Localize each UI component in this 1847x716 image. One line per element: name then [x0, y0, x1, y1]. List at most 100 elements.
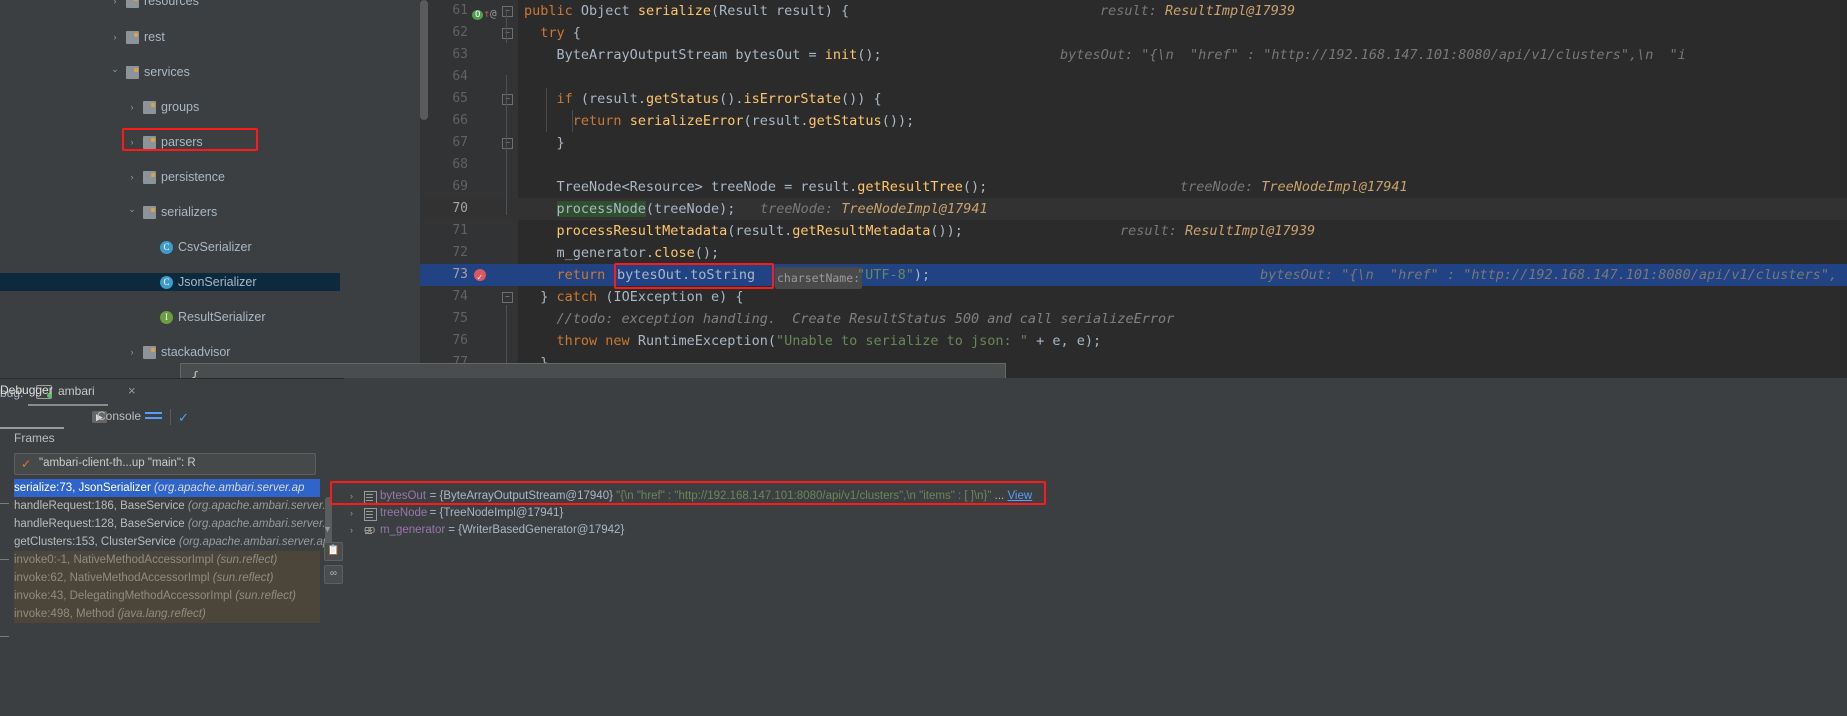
code-text: if (result.getStatus().isErrorState()) { — [556, 91, 882, 107]
chevron-right-icon[interactable]: › — [350, 522, 353, 539]
panel-resize-handle-3[interactable] — [0, 636, 9, 637]
code-line-62[interactable]: 62 − try { — [420, 22, 1847, 44]
code-text: return serializeError(result.getStatus()… — [572, 113, 915, 129]
inline-hint-value: ResultImpl@17939 — [1185, 223, 1316, 239]
tree-item-persistence[interactable]: › persistence — [0, 168, 340, 186]
tree-item-parsers[interactable]: › parsers — [0, 133, 340, 151]
inline-debug-hint: treeNode: TreeNodeImpl@17941 — [760, 198, 988, 220]
frames-scroll-down-arrow[interactable]: ▼ — [323, 524, 332, 534]
close-icon[interactable]: × — [128, 383, 136, 398]
debug-session-tab-label: ambari — [58, 384, 95, 398]
code-line-72[interactable]: 72 m_generator.close(); — [420, 242, 1847, 264]
inline-debug-hint: result: ResultImpl@17939 — [1120, 220, 1315, 242]
watch-toggle-button[interactable]: ∞ — [324, 565, 343, 584]
tree-item-services[interactable]: ⌄ services — [0, 63, 340, 81]
code-text: m_generator.close(); — [556, 245, 720, 261]
frame-row[interactable]: invoke:498, Method (java.lang.reflect) — [14, 605, 320, 623]
copy-value-button[interactable]: 📋 — [324, 542, 343, 561]
code-line-65[interactable]: 65 − if (result.getStatus().isErrorState(… — [420, 88, 1847, 110]
frame-row[interactable]: handleRequest:186, BaseService (org.apac… — [14, 497, 332, 515]
code-editor[interactable]: 61 O ↑@ − public Object serialize(Result res… — [420, 0, 1847, 378]
indent-guide — [546, 88, 547, 132]
code-line-70[interactable]: 70 processNode(treeNode); treeNode: TreeN… — [420, 198, 1847, 220]
variable-row[interactable]: › treeNode = {TreeNodeImpl@17941} — [344, 505, 1844, 522]
folder-icon — [143, 346, 156, 359]
tree-item-label: serializers — [161, 205, 218, 219]
frame-row[interactable]: invoke0:-1, NativeMethodAccessorImpl (su… — [14, 551, 320, 569]
variable-string-value: "{\n "href" : "http://192.168.147.101:80… — [612, 490, 992, 502]
code-line-61[interactable]: 61 O ↑@ − public Object serialize(Result res… — [420, 0, 1847, 22]
tree-item-resultserializer[interactable]: I ResultSerializer — [0, 308, 340, 326]
tree-item-label: parsers — [161, 135, 203, 149]
code-fold-icon[interactable]: − — [502, 94, 513, 105]
chevron-right-icon[interactable]: › — [127, 343, 137, 361]
tree-item-csvserializer[interactable]: C CsvSerializer — [0, 238, 340, 256]
tree-item-jsonserializer[interactable]: C JsonSerializer — [0, 273, 340, 291]
tab-debugger[interactable]: Debugger — [0, 379, 53, 401]
inline-debug-hint: treeNode: TreeNodeImpl@17941 — [1180, 176, 1408, 198]
code-line-73[interactable]: 73 return bytesOut.toStringcharsetName:"… — [420, 264, 1847, 289]
chevron-right-icon[interactable]: › — [110, 28, 120, 46]
chevron-right-icon[interactable]: › — [127, 98, 137, 116]
tree-item-rest[interactable]: › rest — [0, 28, 340, 46]
code-text: processNode(treeNode); — [556, 201, 736, 217]
tree-item-resources[interactable]: › resources — [0, 0, 340, 10]
chevron-right-icon[interactable]: › — [110, 0, 120, 10]
tree-item-stackadvisor[interactable]: › stackadvisor — [0, 343, 340, 361]
boxed-expression[interactable]: bytesOut.toString — [617, 264, 755, 286]
line-number: 62 — [452, 25, 468, 40]
folder-icon — [126, 66, 139, 79]
code-fold-icon[interactable]: − — [502, 138, 513, 149]
code-line-75[interactable]: 75 //todo: exception handling. Create Re… — [420, 308, 1847, 330]
chevron-down-icon[interactable]: ⌄ — [110, 60, 120, 78]
code-line-64[interactable]: 64 — [420, 66, 1847, 88]
code-line-69[interactable]: 69 TreeNode<Resource> treeNode = result.… — [420, 176, 1847, 198]
project-tree[interactable]: › resources › rest ⌄ services › groups › parsers ›… — [0, 0, 340, 378]
code-line-63[interactable]: 63 ByteArrayOutputStream bytesOut = init… — [420, 44, 1847, 66]
frame-row[interactable]: invoke:43, DelegatingMethodAccessorImpl … — [14, 587, 320, 605]
code-line-71[interactable]: 71 processResultMetadata(result.getResul… — [420, 220, 1847, 242]
frame-package: (org.apache.ambari.server.ap — [178, 536, 330, 548]
frame-package: (org.apache.ambari.server.a — [187, 518, 332, 530]
tree-item-groups[interactable]: › groups — [0, 98, 340, 116]
code-fold-icon[interactable]: − — [502, 292, 513, 303]
panel-resize-handle-2[interactable] — [0, 559, 9, 560]
variable-row[interactable]: › bytesOut = {ByteArrayOutputStream@17940… — [344, 488, 1844, 505]
code-line-66[interactable]: 66 return serializeError(result.getStatu… — [420, 110, 1847, 132]
code-text: processResultMetadata(result.getResultMe… — [556, 223, 963, 239]
code-line-68[interactable]: 68 — [420, 154, 1847, 176]
panel-resize-handle-1[interactable] — [0, 503, 9, 504]
frame-row[interactable]: getClusters:153, ClusterService (org.apa… — [14, 533, 329, 551]
code-line-76[interactable]: 76 throw new RuntimeException("Unable to… — [420, 330, 1847, 352]
view-value-link[interactable]: View — [1007, 490, 1032, 502]
field-icon — [364, 491, 377, 504]
layout-settings-icon[interactable] — [145, 412, 162, 423]
breakpoint-icon[interactable] — [474, 267, 486, 289]
variable-row[interactable]: › oo m_generator = {WriterBasedGenerator@1… — [344, 522, 1844, 539]
tab-console[interactable]: Console — [97, 405, 141, 427]
code-fold-icon[interactable]: − — [502, 6, 513, 17]
inline-hint-value: ResultImpl@17939 — [1165, 3, 1296, 19]
frame-row[interactable]: invoke:62, NativeMethodAccessorImpl (sun… — [14, 569, 320, 587]
chevron-right-icon[interactable]: › — [350, 488, 353, 505]
inline-hint-label: bytesOut: — [1260, 267, 1342, 283]
chevron-right-icon[interactable]: › — [350, 505, 353, 522]
code-line-74[interactable]: 74 − } catch (IOException e) { — [420, 286, 1847, 308]
variables-pane[interactable]: › bytesOut = {ByteArrayOutputStream@17940… — [344, 378, 1847, 715]
code-line-67[interactable]: 67 − } — [420, 132, 1847, 154]
mute-breakpoints-icon[interactable]: ✓ — [178, 410, 189, 426]
thread-selector[interactable]: ✓ "ambari-client-th...up "main": R — [14, 453, 316, 475]
tree-item-serializers[interactable]: ⌄ serializers — [0, 203, 340, 221]
frame-row[interactable]: handleRequest:128, BaseService (org.apac… — [14, 515, 332, 533]
code-text: return — [556, 267, 606, 283]
frames-scrollbar-thumb[interactable] — [325, 497, 332, 545]
code-fold-icon[interactable]: − — [502, 28, 513, 39]
inline-debug-hint: bytesOut: "{\n "href" : "http://192.168.… — [1260, 264, 1837, 286]
variable-value: = {TreeNodeImpl@17941} — [430, 505, 564, 522]
chevron-right-icon[interactable]: › — [127, 133, 137, 151]
chevron-right-icon[interactable]: › — [127, 168, 137, 186]
frame-row[interactable]: serialize:73, JsonSerializer (org.apache… — [14, 479, 320, 497]
tree-item-label: persistence — [161, 170, 225, 184]
chevron-down-icon[interactable]: ⌄ — [127, 200, 137, 218]
field-icon — [364, 508, 377, 521]
